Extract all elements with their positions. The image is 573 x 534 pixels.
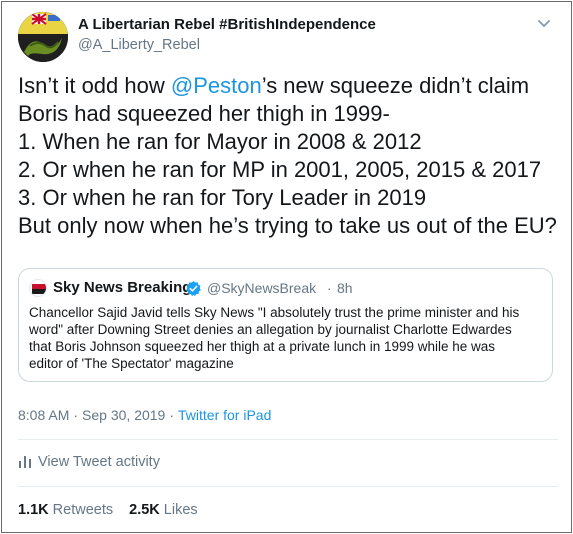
quoted-separator: · <box>327 280 332 296</box>
quoted-author-handle: @SkyNewsBreak <box>207 280 317 296</box>
quoted-line-4: editor of 'The Spectator' magazine <box>29 356 234 371</box>
tweet-card: A Libertarian Rebel #BritishIndependence… <box>1 1 572 533</box>
divider <box>18 439 558 440</box>
chevron-down-icon[interactable] <box>537 16 551 28</box>
tweet-stats: 1.1K Retweets 2.5K Likes <box>18 502 198 518</box>
tweet-line-1: Isn’t it odd how @Peston’s new squeeze d… <box>18 73 530 98</box>
view-tweet-activity-link[interactable]: View Tweet activity <box>18 454 160 472</box>
activity-label: View Tweet activity <box>38 454 160 470</box>
retweets-stat[interactable]: 1.1K Retweets <box>18 502 113 518</box>
divider <box>18 486 558 487</box>
quoted-tweet[interactable]: Sky News Breaking @SkyNewsBreak · 8h Cha… <box>18 268 553 382</box>
tweet-time[interactable]: 8:08 AM <box>18 407 69 423</box>
meta-separator: · <box>73 407 79 423</box>
tweet-line-4: 2. Or when he ran for MP in 2001, 2005, … <box>18 157 542 182</box>
meta-separator: · <box>169 407 175 423</box>
retweets-count: 1.1K <box>18 502 49 518</box>
quoted-text: Chancellor Sajid Javid tells Sky News "I… <box>29 304 549 372</box>
author-handle[interactable]: @A_Liberty_Rebel <box>78 37 200 53</box>
quoted-line-2: word" after Downing Street denies an all… <box>29 322 512 337</box>
likes-stat[interactable]: 2.5K Likes <box>129 502 198 518</box>
tweet-line-6: But only now when he’s trying to take us… <box>18 213 557 238</box>
likes-label: Likes <box>163 502 198 518</box>
likes-count: 2.5K <box>129 502 160 518</box>
retweets-label: Retweets <box>52 502 114 518</box>
tweet-source-link[interactable]: Twitter for iPad <box>178 407 271 423</box>
quoted-author-name: Sky News Breaking <box>53 279 192 296</box>
tweet-line-2: Boris had squeezed her thigh in 1999- <box>18 101 390 126</box>
tweet-date[interactable]: Sep 30, 2019 <box>82 407 165 423</box>
gadsden-flag-avatar-icon <box>18 12 68 62</box>
mention-link[interactable]: @Peston <box>171 73 262 98</box>
quoted-line-3: that Boris Johnson squeezed her thigh at… <box>29 339 496 354</box>
verified-badge-icon <box>185 280 202 297</box>
author-avatar[interactable] <box>18 12 68 62</box>
sky-news-logo-icon <box>29 279 47 297</box>
tweet-metadata: 8:08 AM · Sep 30, 2019 · Twitter for iPad <box>18 407 271 423</box>
quoted-line-1: Chancellor Sajid Javid tells Sky News "I… <box>29 305 520 320</box>
tweet-line-5: 3. Or when he ran for Tory Leader in 201… <box>18 185 427 210</box>
author-name[interactable]: A Libertarian Rebel #BritishIndependence <box>78 16 376 33</box>
tweet-line-3: 1. When he ran for Mayor in 2008 & 2012 <box>18 129 422 154</box>
bar-chart-icon <box>18 454 32 472</box>
quoted-timestamp: 8h <box>337 280 353 296</box>
tweet-text: Isn’t it odd how @Peston’s new squeeze d… <box>18 72 563 240</box>
